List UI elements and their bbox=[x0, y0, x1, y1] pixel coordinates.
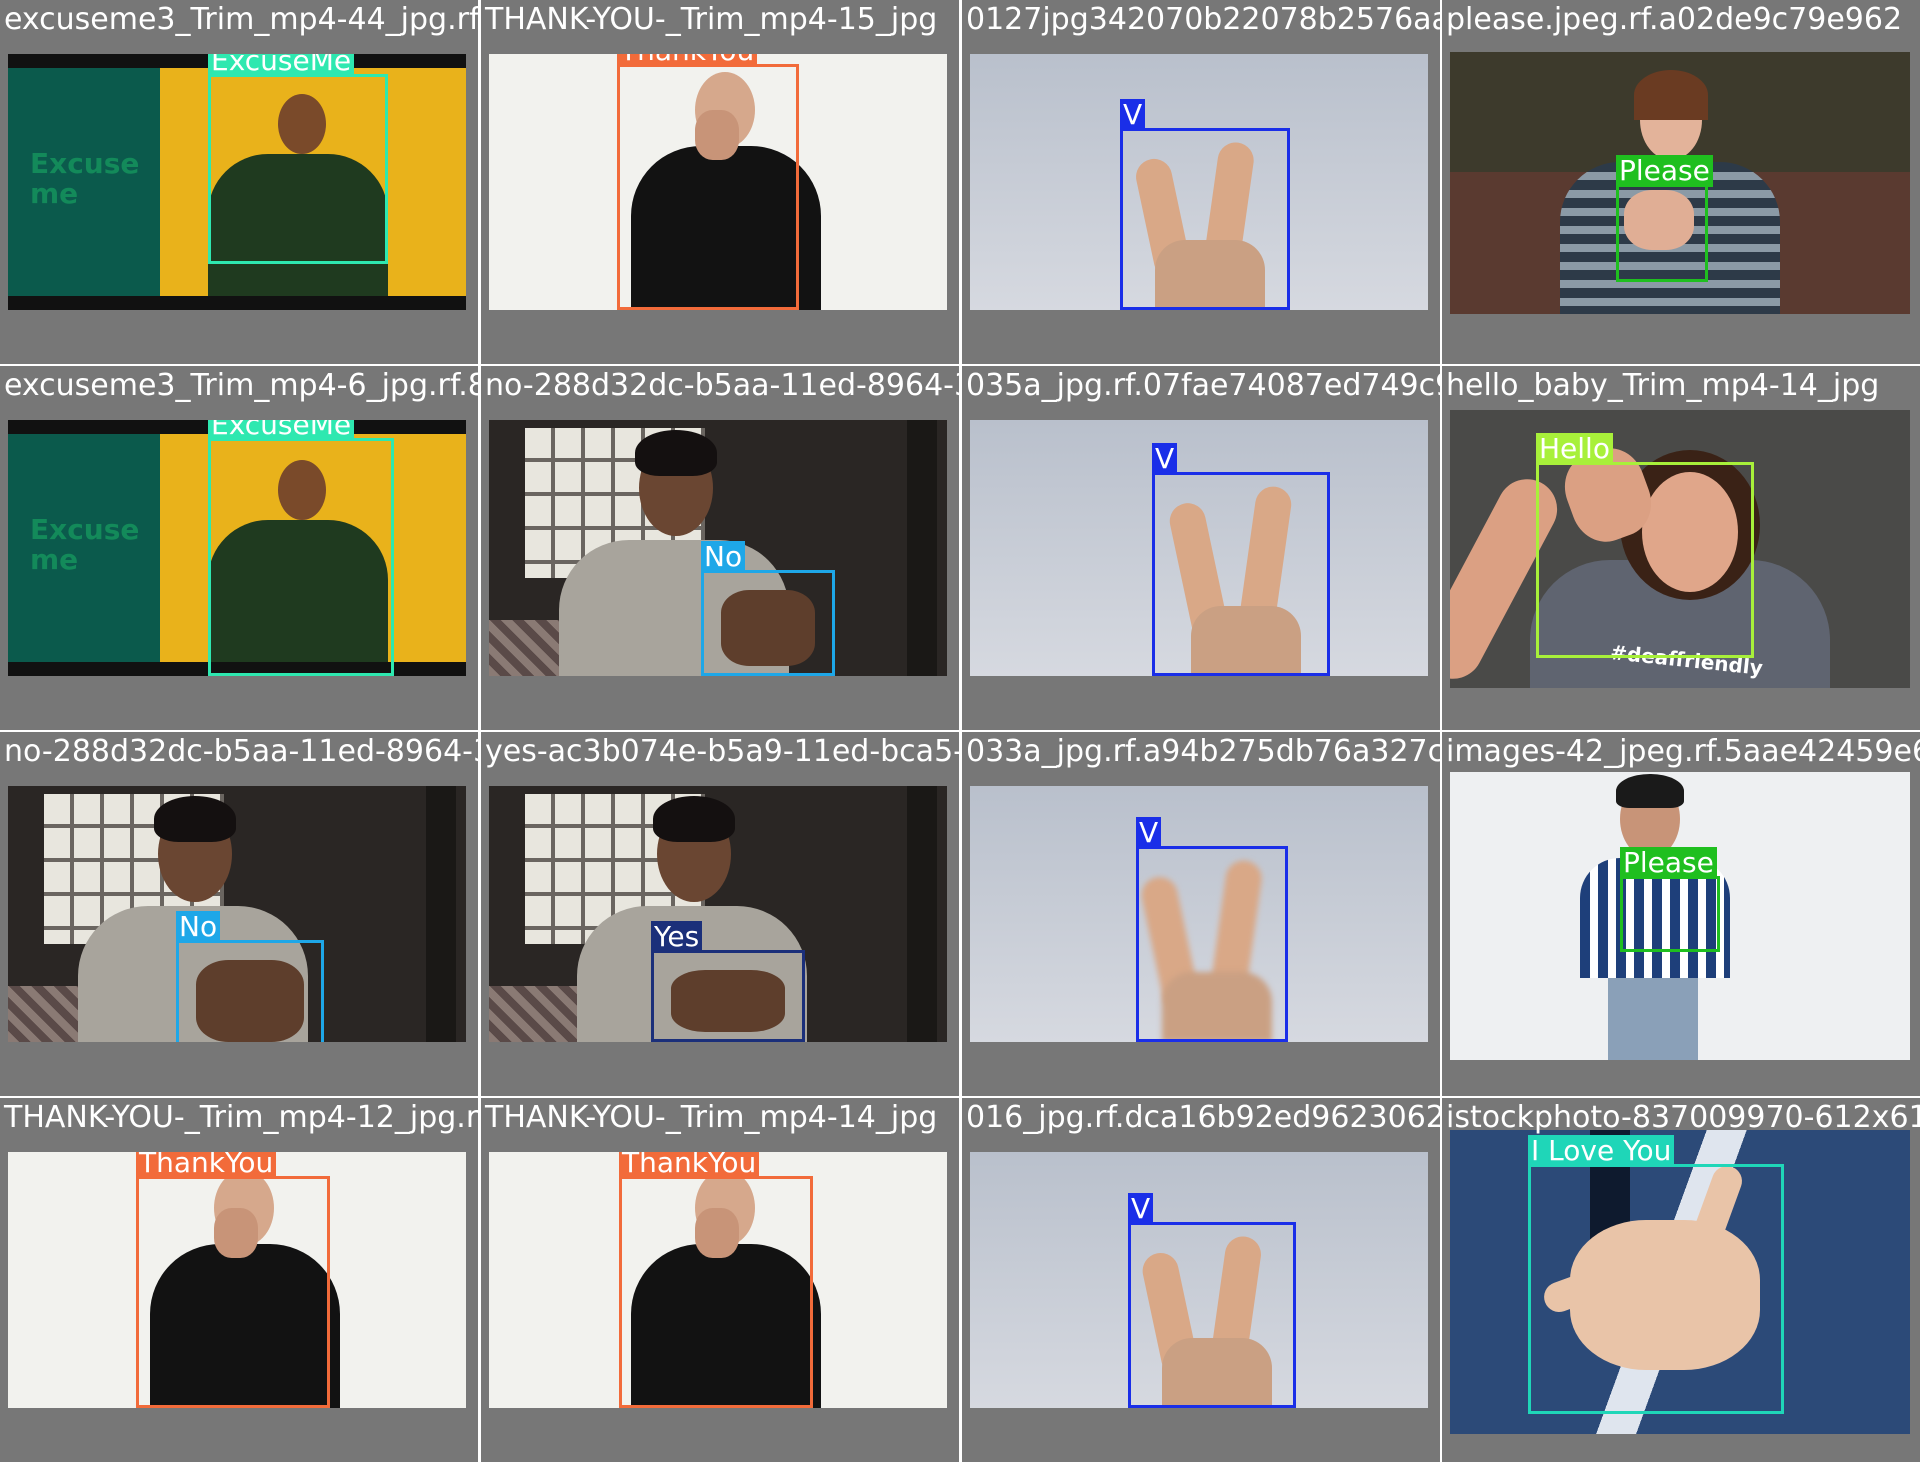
image-filename: excuseme3_Trim_mp4-44_jpg.rf.197A8K5fC49… bbox=[4, 2, 478, 37]
legs bbox=[1608, 978, 1698, 1060]
image-thumbnail: No bbox=[489, 420, 947, 676]
image-thumbnail: No bbox=[8, 786, 466, 1042]
image-filename: yes-ac3b074e-b5a9-11ed-bca5-3035ad bbox=[485, 734, 959, 769]
image-thumbnail: #deaffriendly Hello bbox=[1450, 410, 1910, 688]
grid-cell: THANK-YOU-_Trim_mp4-14_jpg ThankYou bbox=[481, 1098, 959, 1462]
scene-text-line1: Excuse bbox=[30, 513, 140, 546]
grid-cell: excuseme3_Trim_mp4-44_jpg.rf.197A8K5fC49… bbox=[0, 0, 478, 364]
detection-box: ExcuseMe bbox=[208, 420, 394, 676]
image-filename: 033a_jpg.rf.a94b275db76a327c651e bbox=[966, 734, 1440, 769]
detection-box: I Love You bbox=[1528, 1135, 1784, 1414]
person-hair bbox=[1634, 70, 1708, 120]
detection-label: Please bbox=[1620, 847, 1717, 879]
person-hair bbox=[1616, 774, 1684, 808]
scene-text: Excuse me bbox=[30, 515, 139, 575]
image-thumbnail: ThankYou bbox=[489, 54, 947, 310]
detection-box: V bbox=[1120, 99, 1290, 310]
detection-label: Please bbox=[1616, 155, 1713, 187]
image-thumbnail: Excuse me ExcuseMe bbox=[8, 420, 466, 676]
detection-label: No bbox=[176, 911, 221, 943]
image-filename: THANK-YOU-_Trim_mp4-14_jpg bbox=[485, 1100, 938, 1135]
image-filename: 035a_jpg.rf.07fae74087ed749c928d1a6b bbox=[966, 368, 1440, 403]
detection-label: Hello bbox=[1536, 433, 1613, 465]
scene-text-line1: Excuse bbox=[30, 147, 140, 180]
image-thumbnail: ThankYou bbox=[489, 1152, 947, 1408]
grid-cell: 033a_jpg.rf.a94b275db76a327c651e V bbox=[962, 732, 1440, 1096]
image-filename: images-42_jpeg.rf.5aae42459e6b bbox=[1446, 734, 1920, 769]
detection-box: V bbox=[1136, 817, 1288, 1042]
grid-cell: no-288d32dc-b5aa-11ed-8964-3035ad-b5a9-1… bbox=[0, 732, 478, 1096]
detection-box: ExcuseMe bbox=[208, 54, 388, 264]
detection-box: Please bbox=[1616, 155, 1713, 282]
grid-cell: istockphoto-837009970-612x612 I Love You bbox=[1442, 1098, 1920, 1462]
person-hair bbox=[653, 796, 735, 842]
door bbox=[907, 786, 937, 1042]
scene-text: Excuse me bbox=[30, 149, 139, 209]
detection-box: Yes bbox=[651, 921, 805, 1042]
image-thumbnail: ThankYou bbox=[8, 1152, 466, 1408]
detection-box: ThankYou bbox=[619, 1152, 813, 1408]
detection-label: ThankYou bbox=[136, 1152, 277, 1179]
door bbox=[907, 420, 937, 676]
grid-cell: 035a_jpg.rf.07fae74087ed749c928d1a6b V bbox=[962, 366, 1440, 730]
image-thumbnail: V bbox=[970, 420, 1428, 676]
detection-label: ExcuseMe bbox=[208, 54, 355, 77]
grid-cell: 016_jpg.rf.dca16b92ed9623062f V bbox=[962, 1098, 1440, 1462]
detection-label: I Love You bbox=[1528, 1135, 1675, 1167]
person-hair bbox=[635, 430, 717, 476]
detection-label: ExcuseMe bbox=[208, 420, 355, 441]
image-thumbnail: V bbox=[970, 1152, 1428, 1408]
image-thumbnail: V bbox=[970, 54, 1428, 310]
detection-box: No bbox=[176, 911, 324, 1042]
detection-box: ThankYou bbox=[136, 1152, 330, 1408]
grid-cell: THANK-YOU-_Trim_mp4-12_jpg.rf.b0d4d28094… bbox=[0, 1098, 478, 1462]
image-filename: THANK-YOU-_Trim_mp4-15_jpg bbox=[485, 2, 938, 37]
detection-label: ThankYou bbox=[619, 1152, 760, 1179]
image-filename: no-288d32dc-b5aa-11ed-8964-3035ad-b5a9-1… bbox=[4, 734, 478, 769]
grid-cell: no-288d32dc-b5aa-11ed-8964-3035ad_jpg.rf… bbox=[481, 366, 959, 730]
image-filename: istockphoto-837009970-612x612 bbox=[1446, 1100, 1920, 1135]
detection-box: V bbox=[1128, 1193, 1296, 1408]
detection-label: V bbox=[1128, 1193, 1154, 1225]
scene-text-line2: me bbox=[30, 177, 79, 210]
image-thumbnail: Yes bbox=[489, 786, 947, 1042]
detection-box: V bbox=[1152, 443, 1330, 676]
grid-cell: excuseme3_Trim_mp4-6_jpg.rf.84d8ad52f7a2… bbox=[0, 366, 478, 730]
grid-cell: 0127jpg342070b22078b2576aa59b2ab6c6f67 V bbox=[962, 0, 1440, 364]
scene-text-line2: me bbox=[30, 543, 79, 576]
image-thumbnail: V bbox=[970, 786, 1428, 1042]
image-thumbnail: Please bbox=[1450, 772, 1910, 1060]
image-thumbnail: Excuse me ExcuseMe bbox=[8, 54, 466, 310]
detection-box: Please bbox=[1620, 847, 1720, 952]
detection-label: ThankYou bbox=[617, 54, 758, 67]
door bbox=[426, 786, 456, 1042]
detection-box: ThankYou bbox=[617, 54, 799, 310]
image-filename: no-288d32dc-b5aa-11ed-8964-3035ad_jpg.rf bbox=[485, 368, 959, 403]
detection-box: No bbox=[701, 541, 835, 676]
grid-cell: hello_baby_Trim_mp4-14_jpg #deaffriendly H… bbox=[1442, 366, 1920, 730]
image-thumbnail: Please bbox=[1450, 52, 1910, 314]
detection-label: V bbox=[1136, 817, 1162, 849]
grid-cell: THANK-YOU-_Trim_mp4-15_jpg ThankYou bbox=[481, 0, 959, 364]
grid-cell: images-42_jpeg.rf.5aae42459e6b Please bbox=[1442, 732, 1920, 1096]
grid-cell: yes-ac3b074e-b5a9-11ed-bca5-3035ad Yes bbox=[481, 732, 959, 1096]
image-filename: 0127jpg342070b22078b2576aa59b2ab6c6f67 bbox=[966, 2, 1440, 37]
detection-label: V bbox=[1152, 443, 1178, 475]
black-bar-bottom bbox=[8, 296, 466, 310]
image-filename: please.jpeg.rf.a02de9c79e962 bbox=[1446, 2, 1903, 37]
detection-label: Yes bbox=[651, 921, 703, 953]
grid-cell: please.jpeg.rf.a02de9c79e962 Please bbox=[1442, 0, 1920, 364]
image-thumbnail: I Love You bbox=[1450, 1130, 1910, 1434]
detection-box: Hello bbox=[1536, 433, 1754, 658]
image-filename: 016_jpg.rf.dca16b92ed9623062f bbox=[966, 1100, 1440, 1135]
detection-label: V bbox=[1120, 99, 1146, 131]
image-filename: excuseme3_Trim_mp4-6_jpg.rf.84d8ad52f7a2… bbox=[4, 368, 478, 403]
image-filename: hello_baby_Trim_mp4-14_jpg bbox=[1446, 368, 1880, 403]
image-filename: THANK-YOU-_Trim_mp4-12_jpg.rf.b0d4d28094… bbox=[4, 1100, 478, 1135]
person-hair bbox=[154, 796, 236, 842]
detection-label: No bbox=[701, 541, 746, 573]
